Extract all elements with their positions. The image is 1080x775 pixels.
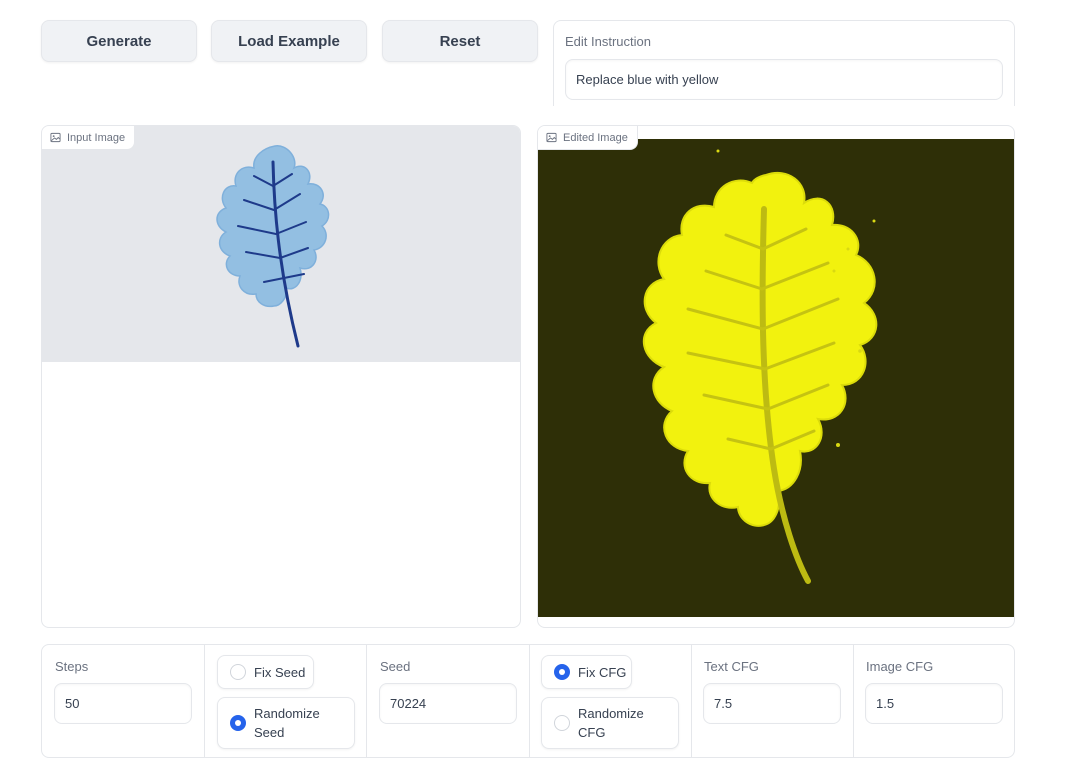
randomize-seed-label-line2: Seed [254, 725, 285, 740]
randomize-cfg-option[interactable]: Randomize CFG [541, 697, 679, 749]
randomize-seed-option[interactable]: Randomize Seed [217, 697, 355, 749]
input-image-panel[interactable]: Input Image [41, 125, 521, 628]
input-image-label: Input Image [67, 131, 126, 144]
divider [204, 645, 205, 757]
seed-input[interactable]: 70224 [379, 683, 517, 724]
seed-label: Seed [380, 659, 411, 674]
edit-instruction-panel: Edit Instruction Replace blue with yello… [553, 20, 1015, 106]
edited-image-panel: Edited Image [537, 125, 1015, 628]
radio-unselected [554, 715, 570, 731]
fix-seed-label: Fix Seed [254, 664, 306, 680]
image-icon [546, 132, 557, 143]
input-image-tag: Input Image [42, 126, 136, 150]
generate-button[interactable]: Generate [41, 20, 197, 62]
randomize-cfg-label: Randomize CFG [578, 704, 644, 742]
radio-selected [230, 715, 246, 731]
radio-unselected [230, 664, 246, 680]
yellow-leaf-image [642, 149, 878, 584]
divider [853, 645, 854, 757]
image-cfg-input[interactable]: 1.5 [865, 683, 1003, 724]
blue-leaf-image [216, 145, 330, 348]
settings-row: Steps 50 Fix Seed Randomize Seed Seed 70… [41, 644, 1015, 758]
image-icon [50, 132, 61, 143]
edited-image-label: Edited Image [563, 131, 628, 144]
input-image-canvas [42, 126, 520, 362]
edit-instruction-label: Edit Instruction [565, 34, 651, 49]
steps-input[interactable]: 50 [54, 683, 192, 724]
edited-image-tag: Edited Image [538, 126, 638, 150]
radio-selected [554, 664, 570, 680]
text-cfg-label: Text CFG [704, 659, 759, 674]
fix-cfg-label: Fix CFG [578, 664, 627, 680]
load-example-button[interactable]: Load Example [211, 20, 367, 62]
divider [366, 645, 367, 757]
steps-label: Steps [55, 659, 89, 674]
randomize-cfg-label-line1: Randomize [578, 706, 644, 721]
edited-image-canvas [538, 139, 1014, 617]
edit-instruction-input[interactable]: Replace blue with yellow [565, 59, 1003, 100]
image-cfg-label: Image CFG [866, 659, 934, 674]
randomize-seed-label: Randomize Seed [254, 704, 320, 742]
fix-seed-option[interactable]: Fix Seed [217, 655, 314, 689]
divider [691, 645, 692, 757]
text-cfg-input[interactable]: 7.5 [703, 683, 841, 724]
randomize-cfg-label-line2: CFG [578, 725, 606, 740]
divider [529, 645, 530, 757]
fix-cfg-option[interactable]: Fix CFG [541, 655, 632, 689]
randomize-seed-label-line1: Randomize [254, 706, 320, 721]
reset-button[interactable]: Reset [382, 20, 538, 62]
